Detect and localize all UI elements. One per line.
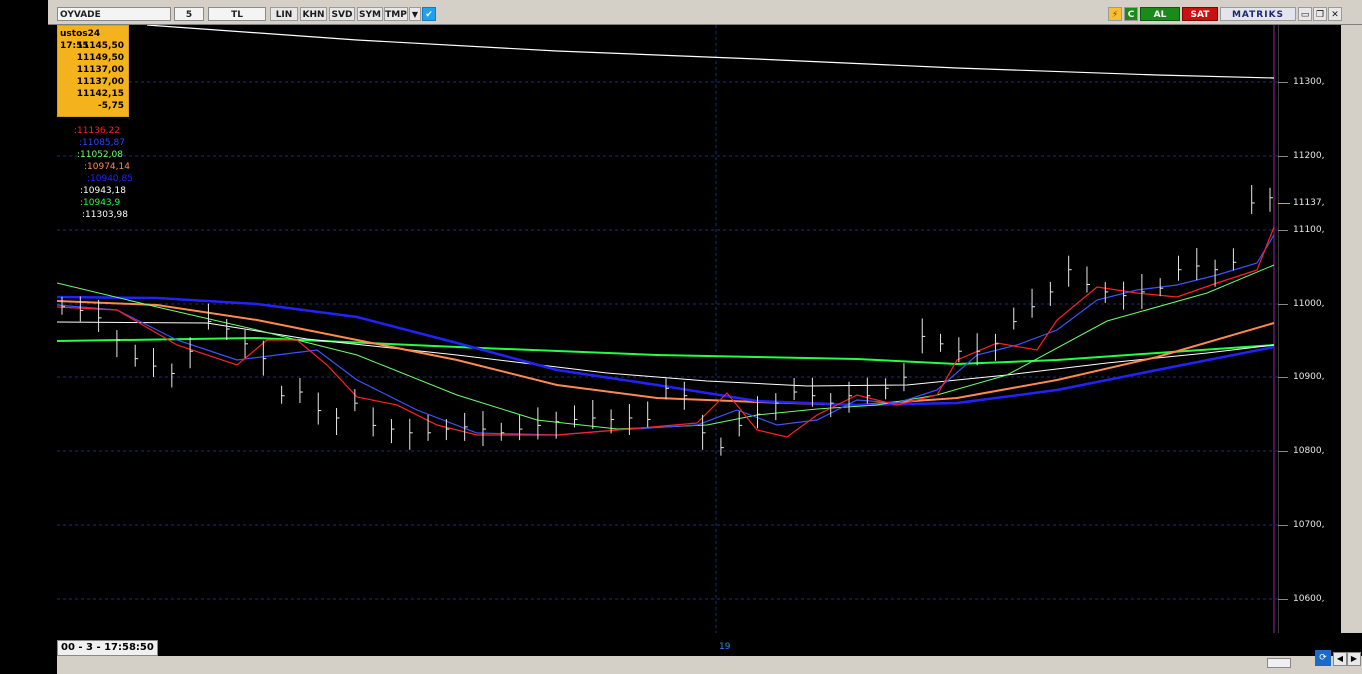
chart-window: OYVADE 5 TL LIN KHN SVD SYM TMP ▼ ✔ ⚡ C …	[48, 0, 1362, 674]
info-high: 11149,50	[76, 53, 124, 63]
legend-item: :11303,98	[82, 210, 128, 220]
ma-white-mid	[57, 321, 1275, 387]
chart-toolbar: OYVADE 5 TL LIN KHN SVD SYM TMP ▼ ✔ ⚡ C …	[48, 0, 1362, 25]
left-margin	[0, 0, 48, 674]
twitter-icon: ✔	[425, 10, 433, 20]
info-low: 11137,00	[76, 65, 124, 75]
scroll-left-button[interactable]: ⟳	[1315, 650, 1331, 666]
ma-red-short	[57, 226, 1275, 438]
chart-canvas[interactable]: ustos24 17:55 11145,50 11149,50 11137,00…	[57, 25, 1278, 633]
sell-button[interactable]: SAT	[1182, 7, 1218, 21]
close-icon: ✕	[1331, 10, 1339, 20]
legend-item: :11052,08	[77, 150, 123, 160]
legend-item: :11085,87	[79, 138, 125, 148]
chevron-right-icon: ▶	[1350, 654, 1358, 663]
template-button[interactable]: TMP	[384, 7, 408, 21]
template-dropdown[interactable]: ▼	[409, 7, 421, 21]
legend-item: :10943,9	[80, 198, 121, 208]
minimize-button[interactable]: ▭	[1298, 7, 1312, 21]
currency-field[interactable]: TL	[208, 7, 266, 21]
refresh-button[interactable]: C	[1124, 7, 1138, 21]
legend-item: :10940,85	[87, 174, 133, 184]
ma-blue-short	[57, 234, 1275, 436]
legend-item: :10943,18	[80, 186, 126, 196]
price-bars	[61, 184, 1273, 456]
volume-button[interactable]: SVD	[329, 7, 355, 21]
line-button[interactable]: LIN	[270, 7, 298, 21]
legend-item: :10974,14	[84, 162, 130, 172]
ma-light-green	[57, 264, 1275, 430]
sync-icon: ⟳	[1319, 653, 1327, 663]
timestamp-readout: 00 - 3 - 17:58:50	[57, 640, 158, 656]
scroll-thumb[interactable]	[1267, 658, 1291, 668]
scroll-next-button[interactable]: ▶	[1347, 652, 1361, 666]
price-chart	[57, 25, 1278, 633]
twitter-button[interactable]: ✔	[422, 7, 436, 21]
refresh-icon: C	[1127, 10, 1135, 20]
symbol-field[interactable]: OYVADE	[57, 7, 171, 21]
chevron-left-icon: ◀	[1336, 654, 1344, 663]
restore-icon: ❐	[1315, 10, 1325, 20]
period-field[interactable]: 5	[174, 7, 204, 21]
date-marker: 19	[719, 642, 731, 652]
lightning-icon: ⚡	[1111, 10, 1119, 20]
price-axis: 11300, 11200, 11137, 11100, 11000, 10900…	[1278, 25, 1341, 633]
brand-label: MATRIKS	[1220, 7, 1296, 21]
info-close: 11137,00	[76, 77, 124, 87]
buy-button[interactable]: AL	[1140, 7, 1180, 21]
ohlc-info-box: ustos24 17:55 11145,50 11149,50 11137,00…	[57, 25, 129, 117]
minimize-icon: ▭	[1300, 10, 1310, 20]
time-axis-bar: 00 - 3 - 17:58:50 19	[57, 638, 1341, 656]
candle-button[interactable]: KHN	[300, 7, 327, 21]
price-gridlines	[57, 81, 1278, 600]
legend-item: :11136,22	[74, 126, 120, 136]
symbol-button[interactable]: SYM	[357, 7, 383, 21]
lightning-button[interactable]: ⚡	[1108, 7, 1122, 21]
ma-long-white	[146, 25, 1275, 79]
restore-button[interactable]: ❐	[1313, 7, 1327, 21]
scroll-prev-button[interactable]: ◀	[1333, 652, 1347, 666]
right-scroll-panel[interactable]	[1341, 25, 1362, 633]
info-change: -5,75	[98, 101, 124, 111]
bottom-scrollbar[interactable]: ⟳ ◀ ▶	[57, 650, 1362, 674]
info-open: 11145,50	[76, 41, 124, 51]
close-button[interactable]: ✕	[1328, 7, 1342, 21]
info-average: 11142,15	[76, 89, 124, 99]
